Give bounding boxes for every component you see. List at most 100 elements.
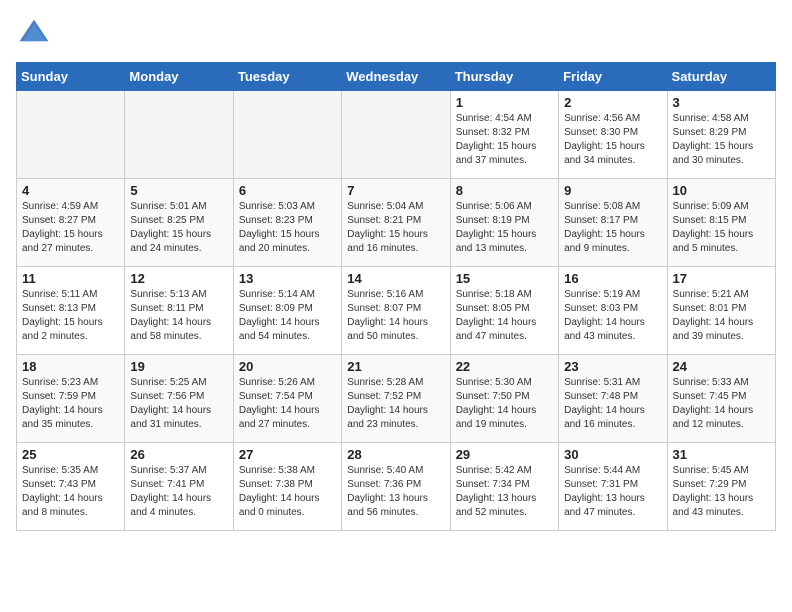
day-info: Sunrise: 5:37 AM Sunset: 7:41 PM Dayligh… [130,464,227,520]
day-header-monday: Monday [125,63,233,91]
day-number: 9 [564,183,661,198]
day-info: Sunrise: 4:56 AM Sunset: 8:30 PM Dayligh… [564,112,661,168]
day-number: 12 [130,271,227,286]
day-number: 22 [456,359,553,374]
day-info: Sunrise: 5:35 AM Sunset: 7:43 PM Dayligh… [22,464,119,520]
calendar-table: SundayMondayTuesdayWednesdayThursdayFrid… [16,62,776,531]
day-info: Sunrise: 5:42 AM Sunset: 7:34 PM Dayligh… [456,464,553,520]
day-number: 11 [22,271,119,286]
calendar-week-5: 25 Sunrise: 5:35 AM Sunset: 7:43 PM Dayli… [17,443,776,531]
calendar-week-4: 18 Sunrise: 5:23 AM Sunset: 7:59 PM Dayli… [17,355,776,443]
day-number: 1 [456,95,553,110]
day-number: 2 [564,95,661,110]
day-header-wednesday: Wednesday [342,63,450,91]
calendar-cell: 16 Sunrise: 5:19 AM Sunset: 8:03 PM Dayli… [559,267,667,355]
calendar-cell [17,91,125,179]
calendar-cell: 4 Sunrise: 4:59 AM Sunset: 8:27 PM Daylig… [17,179,125,267]
day-info: Sunrise: 5:06 AM Sunset: 8:19 PM Dayligh… [456,200,553,256]
calendar-cell: 10 Sunrise: 5:09 AM Sunset: 8:15 PM Dayli… [667,179,775,267]
calendar-cell: 21 Sunrise: 5:28 AM Sunset: 7:52 PM Dayli… [342,355,450,443]
header-row: SundayMondayTuesdayWednesdayThursdayFrid… [17,63,776,91]
calendar-cell: 6 Sunrise: 5:03 AM Sunset: 8:23 PM Daylig… [233,179,341,267]
day-number: 26 [130,447,227,462]
calendar-cell: 19Sunrise: 5:25 AM Sunset: 7:56 PM Dayli… [125,355,233,443]
day-number: 21 [347,359,444,374]
calendar-cell: 13Sunrise: 5:14 AM Sunset: 8:09 PM Dayli… [233,267,341,355]
day-number: 8 [456,183,553,198]
day-info: Sunrise: 5:19 AM Sunset: 8:03 PM Dayligh… [564,288,661,344]
day-number: 4 [22,183,119,198]
calendar-cell: 24Sunrise: 5:33 AM Sunset: 7:45 PM Dayli… [667,355,775,443]
calendar-cell: 15 Sunrise: 5:18 AM Sunset: 8:05 PM Dayli… [450,267,558,355]
day-number: 27 [239,447,336,462]
calendar-cell: 2 Sunrise: 4:56 AM Sunset: 8:30 PM Daylig… [559,91,667,179]
day-number: 10 [673,183,770,198]
calendar-cell [125,91,233,179]
day-info: Sunrise: 5:31 AM Sunset: 7:48 PM Dayligh… [564,376,661,432]
calendar-cell: 11 Sunrise: 5:11 AM Sunset: 8:13 PM Dayli… [17,267,125,355]
day-number: 13 [239,271,336,286]
calendar-body: 1 Sunrise: 4:54 AM Sunset: 8:32 PM Daylig… [17,91,776,531]
day-number: 18 [22,359,119,374]
calendar-cell: 25 Sunrise: 5:35 AM Sunset: 7:43 PM Dayli… [17,443,125,531]
calendar-cell: 9Sunrise: 5:08 AM Sunset: 8:17 PM Daylig… [559,179,667,267]
day-info: Sunrise: 5:03 AM Sunset: 8:23 PM Dayligh… [239,200,336,256]
day-number: 3 [673,95,770,110]
calendar-cell: 26 Sunrise: 5:37 AM Sunset: 7:41 PM Dayli… [125,443,233,531]
day-info: Sunrise: 4:59 AM Sunset: 8:27 PM Dayligh… [22,200,119,256]
day-header-tuesday: Tuesday [233,63,341,91]
day-info: Sunrise: 5:13 AM Sunset: 8:11 PM Dayligh… [130,288,227,344]
day-info: Sunrise: 5:40 AM Sunset: 7:36 PM Dayligh… [347,464,444,520]
calendar-cell: 22 Sunrise: 5:30 AM Sunset: 7:50 PM Dayli… [450,355,558,443]
calendar-cell: 7 Sunrise: 5:04 AM Sunset: 8:21 PM Daylig… [342,179,450,267]
calendar-cell: 8 Sunrise: 5:06 AM Sunset: 8:19 PM Daylig… [450,179,558,267]
calendar-week-3: 11 Sunrise: 5:11 AM Sunset: 8:13 PM Dayli… [17,267,776,355]
day-info: Sunrise: 5:09 AM Sunset: 8:15 PM Dayligh… [673,200,770,256]
calendar-cell: 5Sunrise: 5:01 AM Sunset: 8:25 PM Daylig… [125,179,233,267]
calendar-cell: 1 Sunrise: 4:54 AM Sunset: 8:32 PM Daylig… [450,91,558,179]
calendar-cell [233,91,341,179]
calendar-cell: 20Sunrise: 5:26 AM Sunset: 7:54 PM Dayli… [233,355,341,443]
day-number: 17 [673,271,770,286]
day-info: Sunrise: 5:18 AM Sunset: 8:05 PM Dayligh… [456,288,553,344]
calendar-cell: 31Sunrise: 5:45 AM Sunset: 7:29 PM Dayli… [667,443,775,531]
day-header-friday: Friday [559,63,667,91]
calendar-week-1: 1 Sunrise: 4:54 AM Sunset: 8:32 PM Daylig… [17,91,776,179]
day-info: Sunrise: 5:11 AM Sunset: 8:13 PM Dayligh… [22,288,119,344]
calendar-cell: 12 Sunrise: 5:13 AM Sunset: 8:11 PM Dayli… [125,267,233,355]
day-number: 19 [130,359,227,374]
day-info: Sunrise: 4:54 AM Sunset: 8:32 PM Dayligh… [456,112,553,168]
day-number: 15 [456,271,553,286]
day-info: Sunrise: 5:30 AM Sunset: 7:50 PM Dayligh… [456,376,553,432]
day-info: Sunrise: 5:16 AM Sunset: 8:07 PM Dayligh… [347,288,444,344]
day-info: Sunrise: 4:58 AM Sunset: 8:29 PM Dayligh… [673,112,770,168]
logo [16,16,56,52]
day-info: Sunrise: 5:44 AM Sunset: 7:31 PM Dayligh… [564,464,661,520]
day-header-sunday: Sunday [17,63,125,91]
calendar-cell: 18 Sunrise: 5:23 AM Sunset: 7:59 PM Dayli… [17,355,125,443]
day-info: Sunrise: 5:33 AM Sunset: 7:45 PM Dayligh… [673,376,770,432]
day-info: Sunrise: 5:04 AM Sunset: 8:21 PM Dayligh… [347,200,444,256]
day-info: Sunrise: 5:01 AM Sunset: 8:25 PM Dayligh… [130,200,227,256]
day-number: 29 [456,447,553,462]
day-header-saturday: Saturday [667,63,775,91]
calendar-cell: 3 Sunrise: 4:58 AM Sunset: 8:29 PM Daylig… [667,91,775,179]
day-number: 16 [564,271,661,286]
calendar-cell [342,91,450,179]
calendar-cell: 30Sunrise: 5:44 AM Sunset: 7:31 PM Dayli… [559,443,667,531]
day-number: 6 [239,183,336,198]
day-number: 7 [347,183,444,198]
day-info: Sunrise: 5:45 AM Sunset: 7:29 PM Dayligh… [673,464,770,520]
calendar-week-2: 4 Sunrise: 4:59 AM Sunset: 8:27 PM Daylig… [17,179,776,267]
day-number: 25 [22,447,119,462]
day-number: 28 [347,447,444,462]
day-info: Sunrise: 5:23 AM Sunset: 7:59 PM Dayligh… [22,376,119,432]
calendar-cell: 14Sunrise: 5:16 AM Sunset: 8:07 PM Dayli… [342,267,450,355]
logo-icon [16,16,52,52]
day-info: Sunrise: 5:21 AM Sunset: 8:01 PM Dayligh… [673,288,770,344]
calendar-cell: 27 Sunrise: 5:38 AM Sunset: 7:38 PM Dayli… [233,443,341,531]
day-info: Sunrise: 5:38 AM Sunset: 7:38 PM Dayligh… [239,464,336,520]
calendar-header: SundayMondayTuesdayWednesdayThursdayFrid… [17,63,776,91]
day-number: 20 [239,359,336,374]
day-info: Sunrise: 5:28 AM Sunset: 7:52 PM Dayligh… [347,376,444,432]
